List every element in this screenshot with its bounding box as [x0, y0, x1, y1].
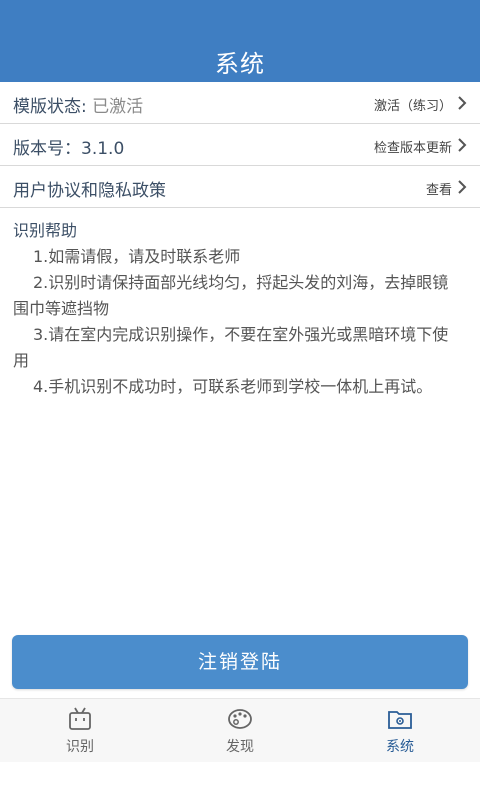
privacy-policy-row[interactable]: 用户协议和隐私政策 查看 — [0, 166, 480, 208]
tab-system[interactable]: 系统 — [320, 699, 480, 763]
help-item: 1.如需请假，请及时联系老师 — [33, 247, 241, 266]
privacy-policy-label: 用户协议和隐私政策 — [13, 181, 166, 201]
chevron-right-icon — [458, 138, 467, 152]
template-status-row[interactable]: 模版状态: 已激活 激活（练习） — [0, 82, 480, 124]
page-title: 系统 — [215, 50, 265, 78]
activate-practice-link[interactable]: 激活（练习） — [374, 95, 452, 114]
tab-discover[interactable]: 发现 — [160, 699, 320, 763]
template-status-label: 模版状态: — [13, 97, 87, 117]
chevron-right-icon — [458, 180, 467, 194]
tab-label: 发现 — [226, 739, 254, 755]
chevron-right-icon — [458, 96, 467, 110]
template-status-label-wrap: 模版状态: 已激活 — [13, 92, 143, 117]
version-row[interactable]: 版本号：3.1.0 检查版本更新 — [0, 124, 480, 166]
tab-label: 系统 — [386, 739, 414, 755]
tab-label: 识别 — [66, 739, 94, 755]
app-header: 系统 — [0, 0, 480, 82]
check-update-link[interactable]: 检查版本更新 — [374, 137, 452, 156]
tab-recognize[interactable]: 识别 — [0, 699, 160, 763]
bottom-tab-bar: 识别 发现 系统 — [0, 698, 480, 762]
logout-button[interactable]: 注销登陆 — [12, 635, 468, 689]
view-link[interactable]: 查看 — [426, 179, 452, 198]
bottom-spacer — [0, 762, 480, 800]
help-item: 2.识别时请保持面部光线均匀，捋起头发的刘海，去掉眼镜围巾等遮挡物 — [13, 273, 449, 318]
help-title: 识别帮助 — [13, 221, 78, 240]
tv-icon — [69, 707, 91, 730]
help-body: 1.如需请假，请及时联系老师 2.识别时请保持面部光线均匀，捋起头发的刘海，去掉… — [13, 244, 463, 400]
help-item: 4.手机识别不成功时，可联系老师到学校一体机上再试。 — [33, 377, 433, 396]
version-label: 版本号：3.1.0 — [13, 139, 125, 159]
template-status-value: 已激活 — [92, 97, 144, 117]
palette-icon — [228, 709, 252, 729]
settings-folder-icon — [388, 711, 412, 729]
help-item: 3.请在室内完成识别操作，不要在室外强光或黑暗环境下使用 — [13, 325, 449, 370]
